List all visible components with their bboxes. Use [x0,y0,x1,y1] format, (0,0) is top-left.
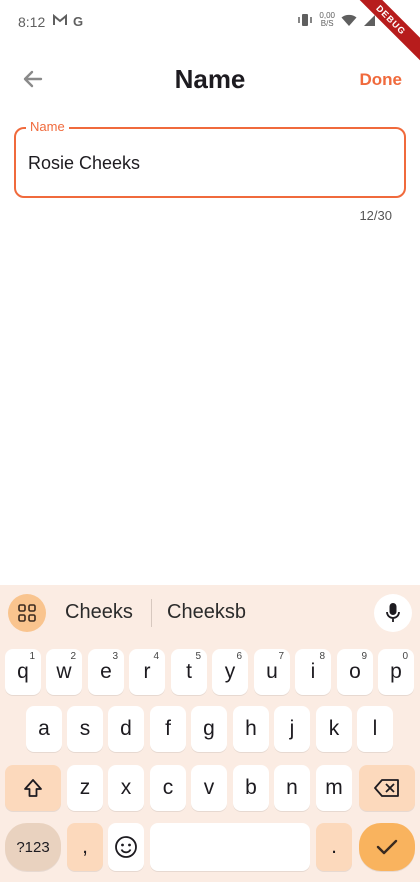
status-bar: 8:12 G 0,00 B/S DEBUG [0,0,420,65]
key-a[interactable]: a [26,706,62,752]
key-f[interactable]: f [150,706,186,752]
suggestion-strip: Cheeks Cheeksb [0,585,420,641]
key-k[interactable]: k [316,706,352,752]
shift-icon [24,779,42,797]
key-b[interactable]: b [233,765,269,811]
soft-keyboard: Cheeks Cheeksb q1 w2 e3 r4 t5 y6 u7 i8 o… [0,585,420,882]
key-j[interactable]: j [274,706,310,752]
key-x[interactable]: x [108,765,144,811]
key-y[interactable]: y6 [212,649,248,695]
emoji-key[interactable] [108,823,144,871]
name-field-value[interactable]: Rosie Cheeks [28,153,140,174]
net-speed: 0,00 B/S [319,12,335,28]
key-d[interactable]: d [108,706,144,752]
emoji-icon [115,836,137,858]
key-z[interactable]: z [67,765,103,811]
key-h[interactable]: h [233,706,269,752]
microphone-icon [386,603,400,622]
spacebar-key[interactable] [150,823,310,871]
backspace-key[interactable] [359,765,415,811]
key-m[interactable]: m [316,765,352,811]
done-key[interactable] [359,823,415,871]
key-s[interactable]: s [67,706,103,752]
key-c[interactable]: c [150,765,186,811]
name-input[interactable]: Name Rosie Cheeks [14,119,406,198]
key-v[interactable]: v [191,765,227,811]
character-counter: 12/30 [359,208,392,223]
app-bar: Name Done [0,52,420,108]
suggestion-2[interactable]: Cheeksb [167,601,246,624]
status-time: 8:12 [18,14,46,30]
check-icon [376,839,398,855]
done-button[interactable]: Done [360,70,403,90]
signal-icon [364,14,375,26]
net-speed-unit: B/S [320,19,334,28]
page-title: Name [174,64,246,94]
gmail-icon [53,14,67,25]
suggestion-1[interactable]: Cheeks [65,601,133,624]
period-key[interactable]: . [316,823,352,871]
grid-icon [18,604,36,622]
symbols-key[interactable]: ?123 [5,823,61,871]
backspace-icon [374,779,399,797]
key-t[interactable]: t5 [171,649,207,695]
key-g[interactable]: g [191,706,227,752]
key-o[interactable]: o9 [337,649,373,695]
shift-key[interactable] [5,765,61,811]
key-i[interactable]: i8 [295,649,331,695]
vibrate-icon [298,14,313,26]
key-e[interactable]: e3 [88,649,124,695]
keyboard-menu-button[interactable] [8,594,46,632]
key-r[interactable]: r4 [129,649,165,695]
key-q[interactable]: q1 [5,649,41,695]
status-left-icons: G [53,14,83,29]
key-l[interactable]: l [357,706,393,752]
key-w[interactable]: w2 [46,649,82,695]
comma-key[interactable]: , [67,823,103,871]
key-p[interactable]: p0 [378,649,414,695]
key-n[interactable]: n [274,765,310,811]
status-right-icons: 0,00 B/S [297,12,376,28]
voice-input-button[interactable] [374,594,412,632]
wifi-icon [341,14,357,26]
suggestion-divider [151,599,152,627]
key-u[interactable]: u7 [254,649,290,695]
name-field-label: Name [26,119,69,134]
google-icon: G [73,14,84,29]
